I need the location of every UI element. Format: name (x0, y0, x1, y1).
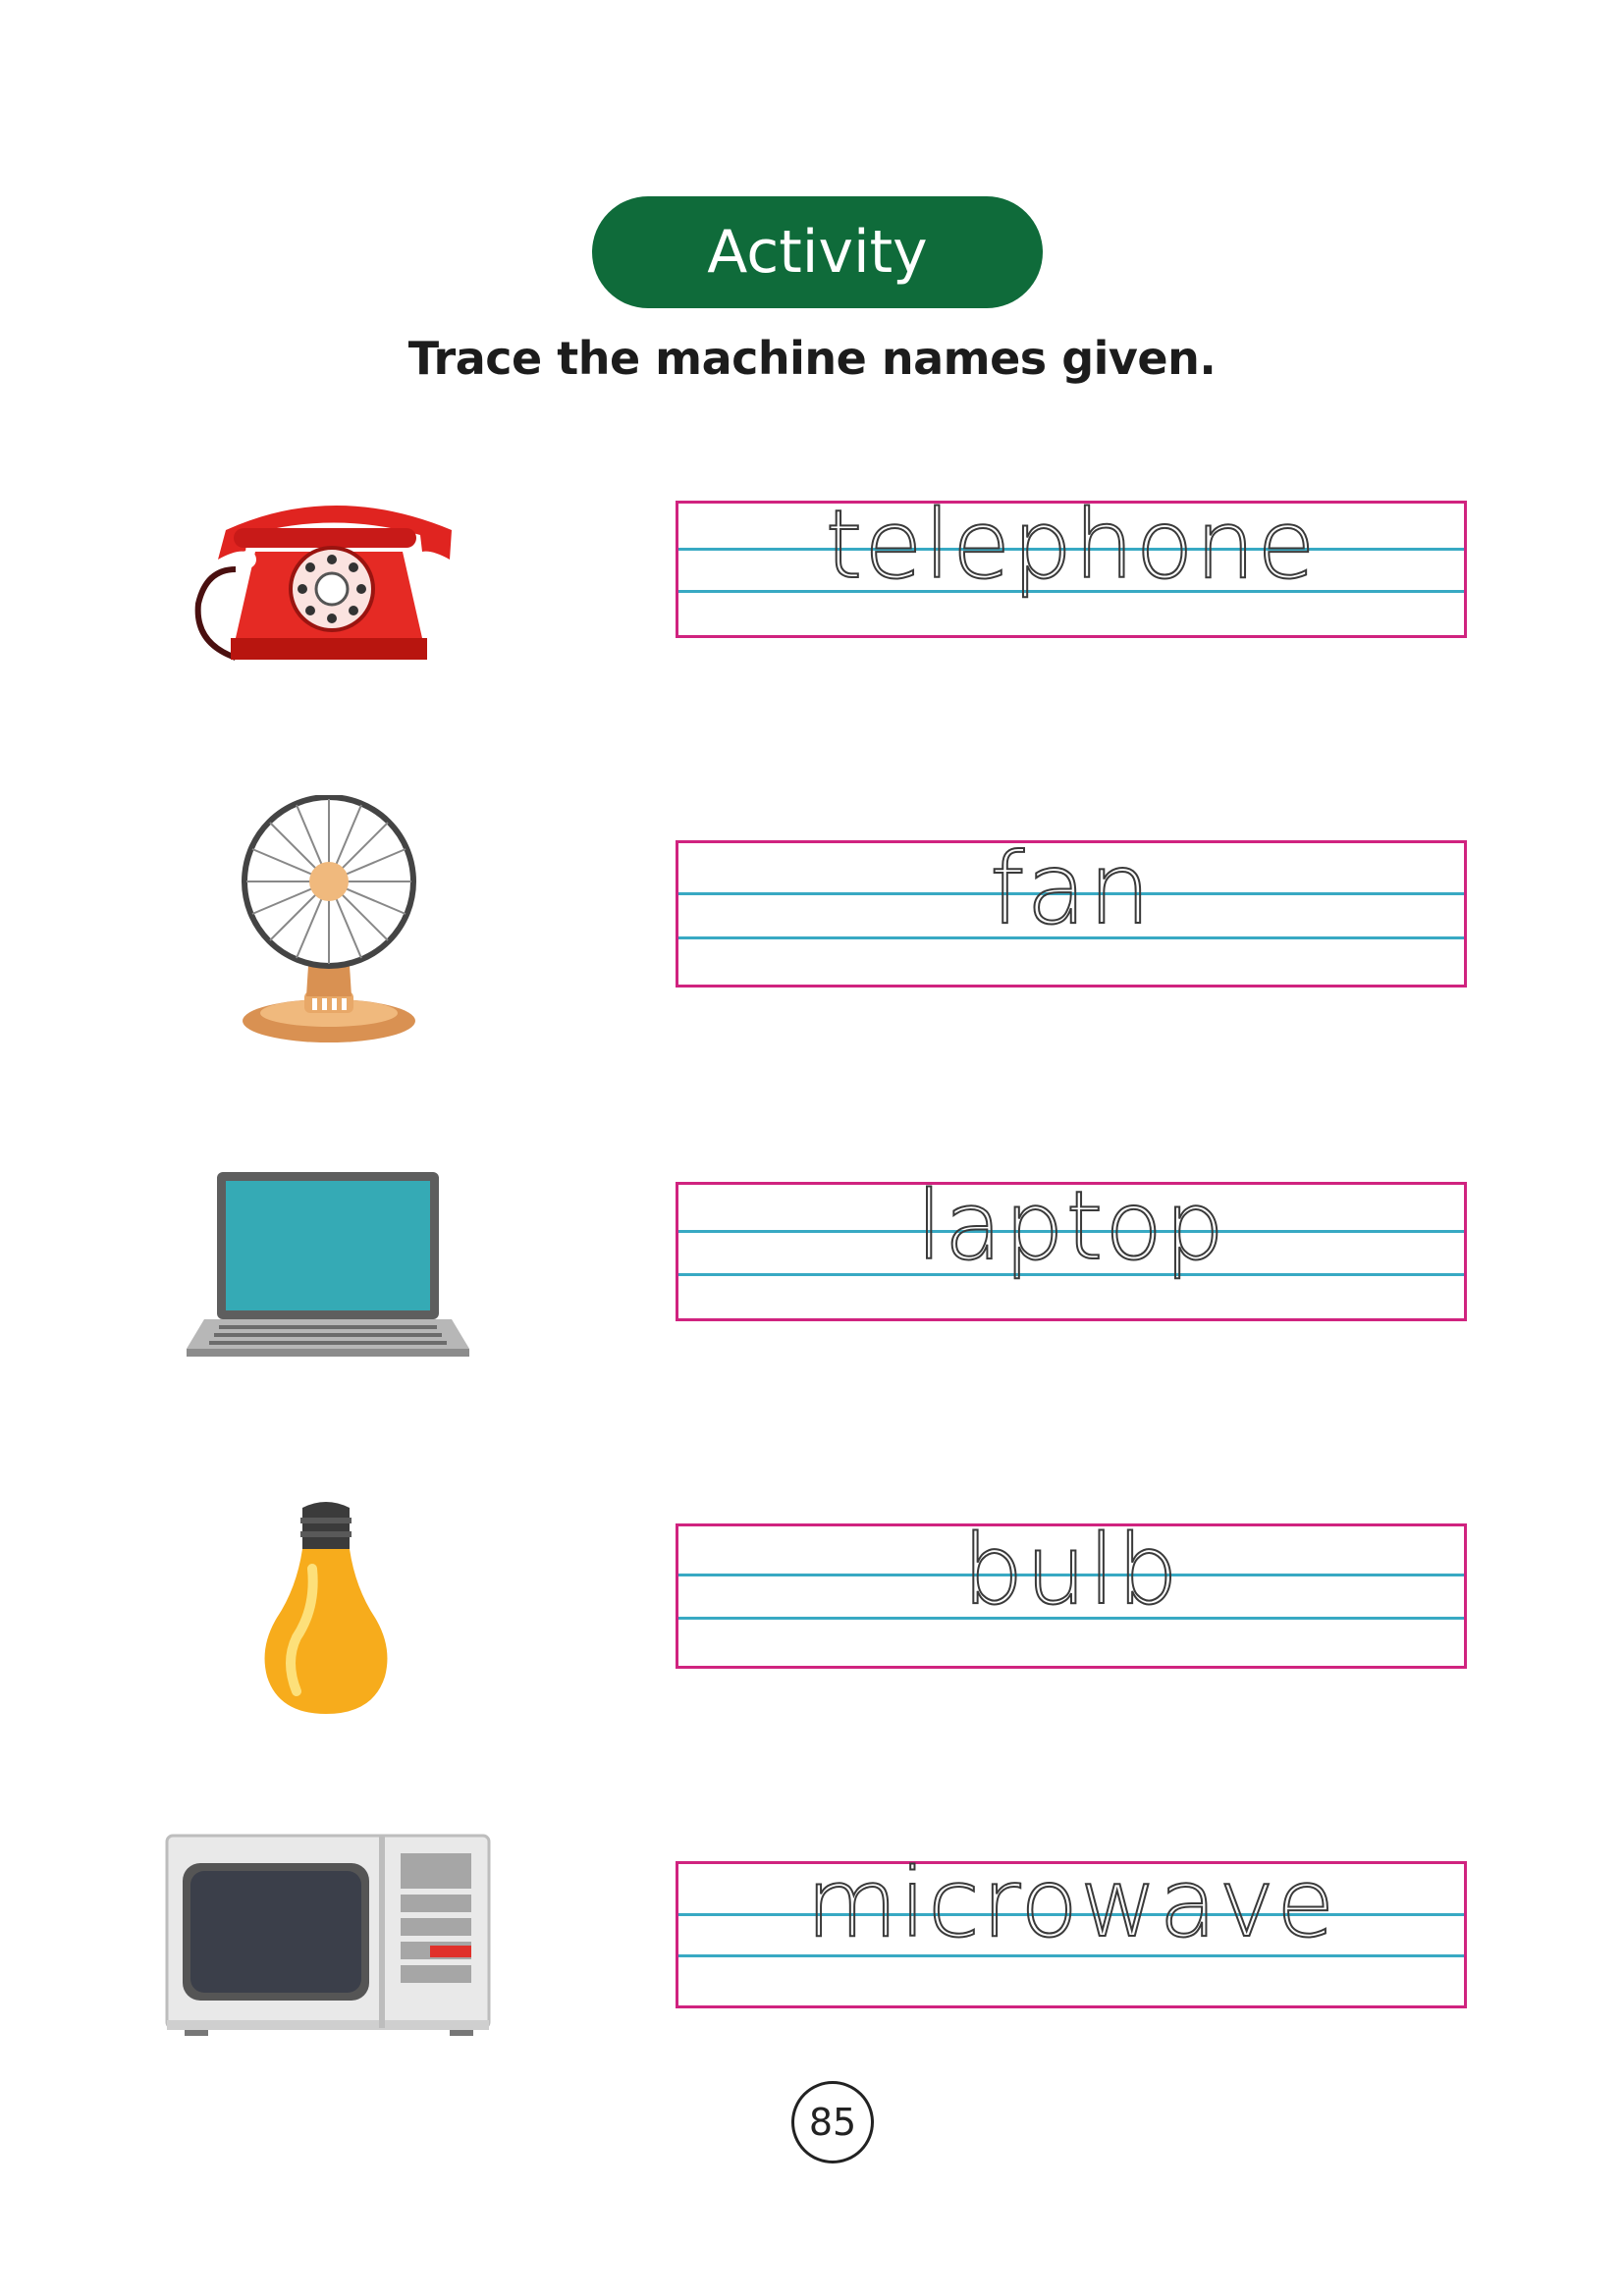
trace-word: telephone (825, 489, 1318, 601)
trace-word: microwave (805, 1847, 1337, 1959)
trace-box-fan[interactable]: fan (676, 830, 1467, 988)
list-item-telephone: telephone (0, 481, 1624, 677)
telephone-icon (187, 491, 471, 677)
activity-badge: Activity (592, 196, 1043, 308)
bulb-icon (257, 1500, 395, 1723)
list-item-laptop: laptop (0, 1158, 1624, 1357)
instruction-text: Trace the machine names given. (407, 332, 1217, 385)
activity-title: Activity (707, 218, 928, 287)
trace-box-laptop[interactable]: laptop (676, 1170, 1467, 1321)
microwave-icon (165, 1834, 491, 2045)
trace-word: laptop (915, 1170, 1226, 1282)
fan-icon (236, 794, 422, 1055)
trace-box-microwave[interactable]: microwave (676, 1847, 1467, 2008)
list-item-bulb: bulb (0, 1492, 1624, 1714)
list-item-fan: fan (0, 785, 1624, 1042)
trace-box-telephone[interactable]: telephone (676, 489, 1467, 638)
laptop-icon (185, 1170, 471, 1371)
trace-word: fan (989, 830, 1153, 947)
trace-box-bulb[interactable]: bulb (676, 1514, 1467, 1669)
trace-word: bulb (961, 1514, 1180, 1628)
list-item-microwave: microwave (0, 1834, 1624, 2036)
page-number: 85 (791, 2081, 874, 2163)
